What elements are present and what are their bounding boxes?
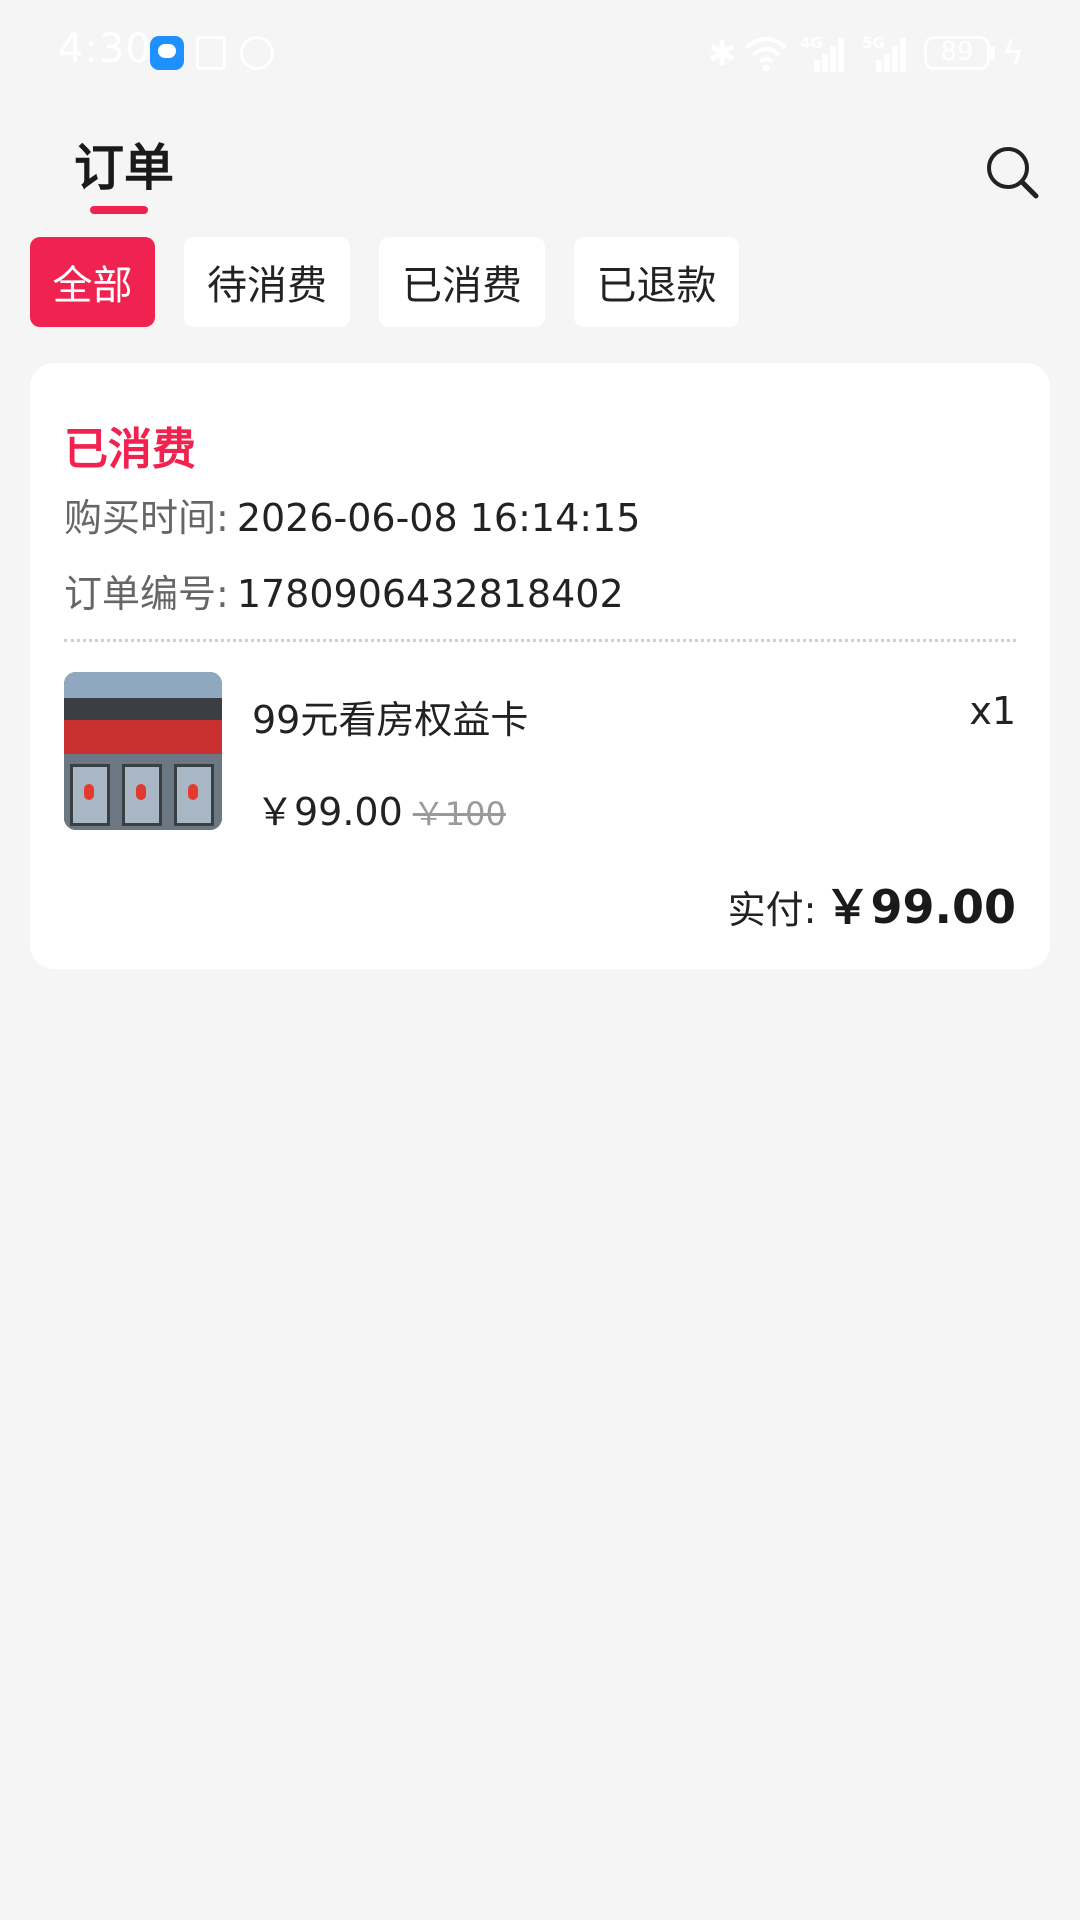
dotted-divider [64,639,1016,642]
message-notification-icon [150,36,184,70]
tab-refunded[interactable]: 已退款 [574,237,739,327]
battery-level: 89 [940,37,974,67]
order-number-label: 订单编号: [64,572,229,616]
orders-page: 4:30 ✱ 4G 5G 89 ϟ 订单 全部 待消费 已消费 已退款 已消费 … [0,0,1080,1920]
order-card[interactable]: 已消费 购买时间: 2026-06-08 16:14:15 订单编号: 178090… [30,363,1050,969]
signal-4g-icon: 4G [800,34,846,72]
nfc-icon [196,36,226,70]
purchase-time-row: 购买时间: 2026-06-08 16:14:15 [64,487,640,542]
title-underline [90,206,148,214]
alarm-icon [240,36,274,70]
battery-icon: 89 [924,36,990,70]
product-quantity: x1 [969,689,1016,733]
tab-consumed[interactable]: 已消费 [379,237,545,327]
purchase-time-value: 2026-06-08 16:14:15 [236,496,641,540]
order-number-value: 1780906432818402 [236,572,624,616]
order-number-row: 订单编号: 1780906432818402 [64,563,624,618]
price-row: ￥99.00 ￥100 [256,781,506,836]
paid-amount: ￥99.00 [824,880,1016,934]
paid-label: 实付: [727,888,817,932]
search-icon[interactable] [984,144,1040,200]
wifi-icon [744,37,788,72]
signal-5g-label: 5G [862,34,885,52]
original-price: ￥100 [412,795,506,833]
page-title: 订单 [74,139,174,197]
product-thumbnail[interactable] [64,672,222,830]
order-status: 已消费 [64,424,196,475]
tab-all[interactable]: 全部 [30,237,155,327]
tab-pending[interactable]: 待消费 [184,237,350,327]
bluetooth-icon: ✱ [708,34,737,74]
status-bar: 4:30 ✱ 4G 5G 89 ϟ [0,0,1080,108]
charging-icon: ϟ [1002,34,1025,74]
signal-5g-icon: 5G [862,34,908,72]
paid-total: 实付: ￥99.00 [728,871,1016,937]
purchase-time-label: 购买时间: [64,496,229,540]
battery-tip [990,46,995,60]
signal-4g-label: 4G [800,34,823,52]
current-price: ￥99.00 [256,790,403,834]
status-time: 4:30 [58,26,152,72]
product-name[interactable]: 99元看房权益卡 [252,689,528,744]
